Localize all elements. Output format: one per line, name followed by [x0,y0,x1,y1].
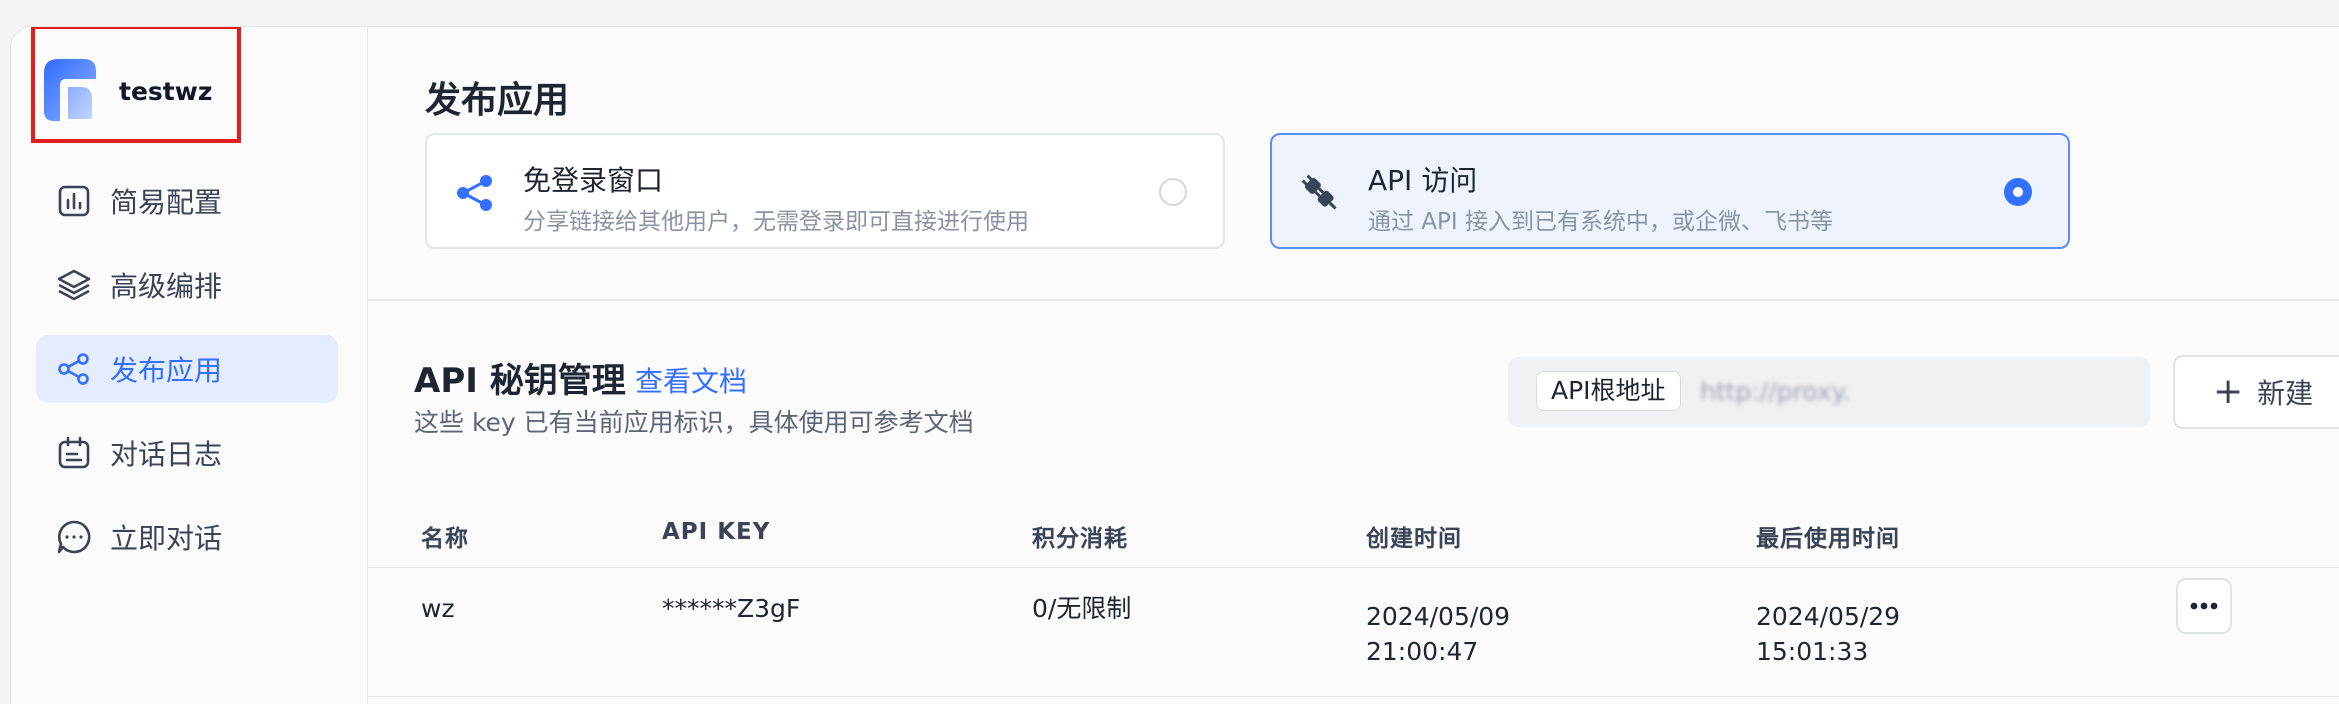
sidebar-item-label: 发布应用 [110,354,223,387]
sidebar-item-label: 简易配置 [110,186,223,219]
option-title: 免登录窗口 [523,164,664,197]
option-description: 分享链接给其他用户，无需登录即可直接进行使用 [523,209,1029,235]
app-window: testwz 简易配置 高级编排 发布应用 对话日志 立即对话 发布应用 免登录… [10,26,2339,704]
page-title: 发布应用 [425,80,570,121]
plus-icon: + [2213,371,2244,412]
sidebar-item-chat-now[interactable]: 立即对话 [36,503,338,571]
sidebar-item-label: 高级编排 [110,270,223,303]
option-radio[interactable] [1159,178,1187,206]
cell-last-used-time: 15:01:33 [1756,637,1869,666]
cell-usage: 0/无限制 [1032,594,1132,623]
layers-icon [56,267,92,303]
row-more-button[interactable] [2176,578,2232,634]
new-key-button[interactable]: + 新建 [2173,355,2339,429]
cell-created-date: 2024/05/09 [1366,602,1511,631]
sidebar-item-publish[interactable]: 发布应用 [36,335,338,403]
option-title: API 访问 [1368,164,1478,197]
app-name: testwz [119,77,213,106]
cell-api-key: ******Z3gF [662,594,801,623]
option-description: 通过 API 接入到已有系统中，或企微、飞书等 [1368,209,1834,235]
table-divider [368,567,2339,568]
view-docs-link[interactable]: 查看文档 [635,360,747,400]
sidebar-item-chat-log[interactable]: 对话日志 [36,419,338,487]
column-header-api-key: API KEY [662,519,771,545]
column-header-last-used: 最后使用时间 [1756,526,1900,552]
publish-option-share-window[interactable]: 免登录窗口 分享链接给其他用户，无需登录即可直接进行使用 [425,133,1225,249]
main-content: 发布应用 免登录窗口 分享链接给其他用户，无需登录即可直接进行使用 API 访问… [368,27,2339,704]
api-base-url-value[interactable]: http://proxy. [1700,377,2130,407]
app-logo-icon [44,59,96,121]
share-icon [56,351,92,387]
share-icon [457,175,492,211]
column-header-created: 创建时间 [1366,526,1462,552]
sidebar: testwz 简易配置 高级编排 发布应用 对话日志 立即对话 [11,27,368,704]
calendar-log-icon [56,435,92,471]
sidebar-item-advanced-flow[interactable]: 高级编排 [36,251,338,319]
cell-name: wz [421,594,455,623]
table-divider [368,696,2339,697]
option-radio[interactable] [2004,178,2032,206]
section-title: API 秘钥管理 [414,361,626,401]
cell-created-time: 21:00:47 [1366,637,1479,666]
plug-icon [1301,174,1337,210]
sidebar-item-label: 对话日志 [110,438,223,471]
section-divider [368,299,2339,301]
chat-bubble-icon [56,519,92,555]
sidebar-item-label: 立即对话 [110,522,223,555]
api-base-url-label: API根地址 [1536,371,1681,411]
cell-last-used-date: 2024/05/29 [1756,602,1901,631]
bar-chart-icon [56,183,92,219]
section-description: 这些 key 已有当前应用标识，具体使用可参考文档 [414,408,974,437]
new-key-label: 新建 [2257,377,2314,410]
column-header-usage: 积分消耗 [1032,526,1128,552]
column-header-name: 名称 [421,526,469,552]
api-base-url-box: API根地址 http://proxy. [1508,357,2150,427]
sidebar-item-simple-config[interactable]: 简易配置 [36,167,338,235]
publish-option-api-access[interactable]: API 访问 通过 API 接入到已有系统中，或企微、飞书等 [1270,133,2070,249]
more-dots-icon [2190,602,2218,610]
